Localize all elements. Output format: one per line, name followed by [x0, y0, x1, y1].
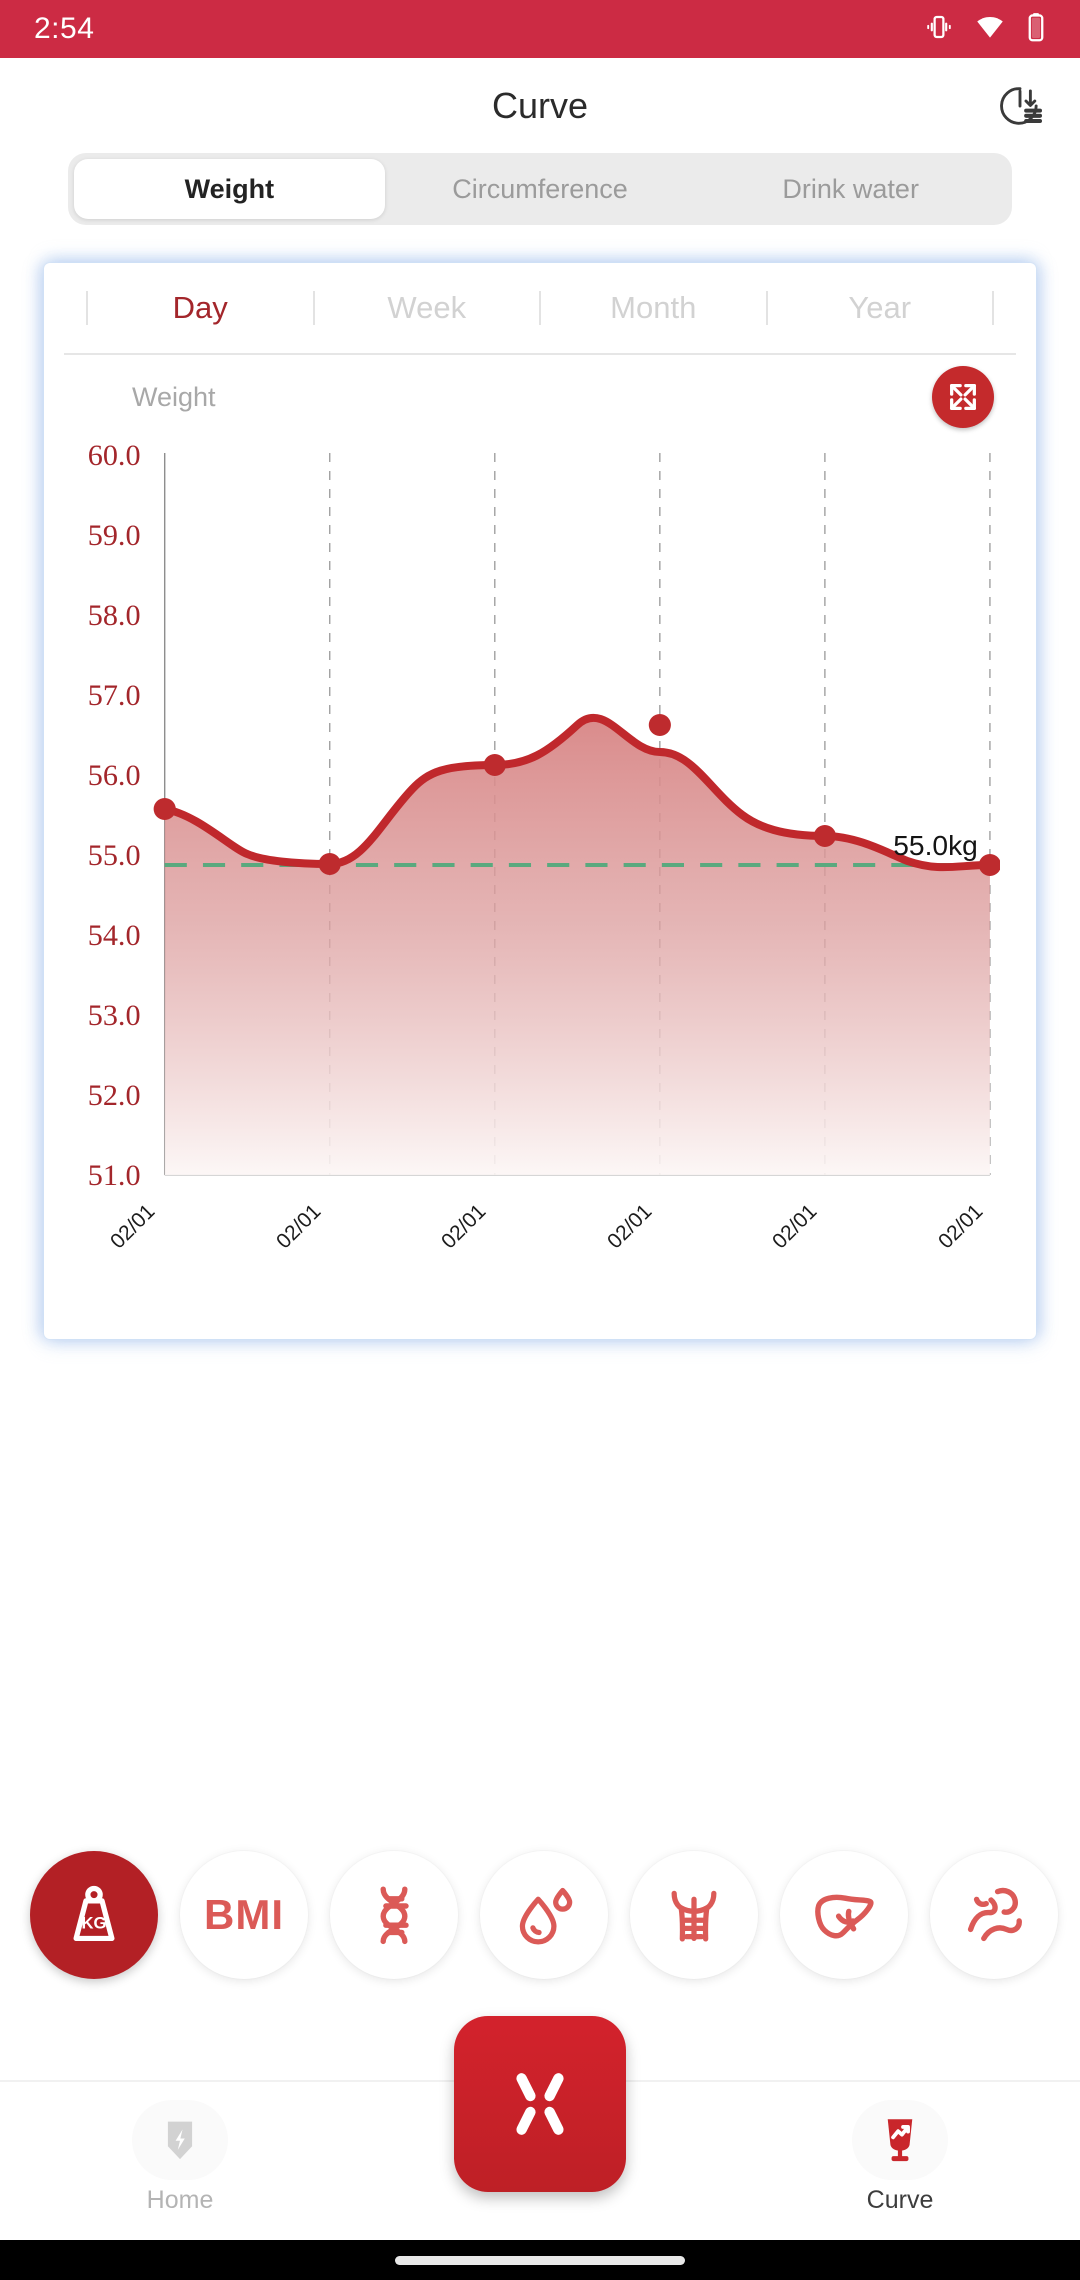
nav-label-curve: Curve	[866, 2186, 934, 2214]
svg-text:58.0: 58.0	[88, 598, 141, 632]
svg-text:KG: KG	[82, 1914, 107, 1933]
weight-kg-icon: KG	[73, 1885, 115, 1942]
svg-text:55.0: 55.0	[88, 838, 141, 872]
nav-icon-bg	[852, 2100, 948, 2180]
svg-text:53.0: 53.0	[88, 998, 141, 1032]
svg-text:52.0: 52.0	[88, 1078, 141, 1112]
fullscreen-expand-icon[interactable]	[932, 366, 994, 428]
water-drop-icon	[519, 1887, 573, 1945]
shield-bolt-icon	[167, 2121, 193, 2160]
metric-selector-row[interactable]: KG BMI	[0, 1820, 1080, 2010]
metric-bmi[interactable]: BMI	[180, 1851, 308, 1979]
metric-bone-muscle[interactable]	[930, 1851, 1058, 1979]
bottom-navigation: Home Curve	[0, 2016, 1080, 2240]
chart-area-fill	[164, 717, 990, 1175]
tab-bar-wrap: Weight Circumference Drink water	[0, 153, 1080, 225]
weight-chart-plot[interactable]: 60.0 59.0 58.0 57.0 56.0 55.0 54.0 53.0 …	[54, 443, 1000, 1233]
metric-muscle[interactable]	[630, 1851, 758, 1979]
period-year[interactable]: Year	[768, 290, 993, 326]
vibrate-icon	[924, 12, 954, 47]
chart-metric-label: Weight	[132, 381, 216, 412]
x-axis-labels: 02/01 02/01 02/01 02/01 02/01 02/01	[54, 1200, 1000, 1325]
segmented-tabs: Weight Circumference Drink water	[68, 153, 1012, 225]
chart-header: Weight	[44, 355, 1036, 439]
torso-muscle-icon	[671, 1890, 717, 1942]
data-point	[978, 854, 1000, 876]
chart-trophy-icon	[887, 2119, 913, 2162]
status-time: 2:54	[34, 12, 95, 45]
scan-corners-icon	[516, 2073, 564, 2135]
metric-body-fat[interactable]	[330, 1851, 458, 1979]
tab-circumference[interactable]: Circumference	[385, 159, 696, 219]
history-clock-icon[interactable]	[992, 78, 1048, 134]
period-day[interactable]: Day	[88, 290, 313, 326]
wifi-icon	[974, 12, 1006, 47]
liver-icon	[815, 1894, 874, 1939]
status-bar: 2:54	[0, 0, 1080, 58]
data-point	[648, 714, 671, 736]
scan-fab-button[interactable]	[454, 2016, 626, 2192]
nav-label-home: Home	[146, 2186, 214, 2214]
metric-weight-kg[interactable]: KG	[30, 1851, 158, 1979]
metric-visceral-fat[interactable]	[780, 1851, 908, 1979]
bmi-text-icon: BMI	[204, 1891, 284, 1938]
data-point	[153, 798, 176, 820]
metric-water[interactable]	[480, 1851, 608, 1979]
nav-icon-bg	[132, 2100, 228, 2180]
svg-text:56.0: 56.0	[88, 758, 141, 792]
status-icon-group	[924, 12, 1046, 47]
svg-text:54.0: 54.0	[88, 918, 141, 952]
gesture-pill[interactable]	[395, 2255, 685, 2265]
nav-item-home[interactable]: Home	[0, 2082, 360, 2215]
data-point	[813, 825, 836, 847]
svg-text:60.0: 60.0	[88, 443, 141, 472]
tab-weight[interactable]: Weight	[74, 159, 385, 219]
svg-text:57.0: 57.0	[88, 678, 141, 712]
period-week[interactable]: Week	[315, 290, 540, 326]
nav-item-curve[interactable]: Curve	[720, 2082, 1080, 2215]
y-axis-labels: 60.0 59.0 58.0 57.0 56.0 55.0 54.0 53.0 …	[88, 443, 141, 1192]
tab-drink-water[interactable]: Drink water	[695, 159, 1006, 219]
data-point	[318, 853, 341, 875]
app-header: Curve	[0, 58, 1080, 153]
dna-helix-icon	[380, 1886, 409, 1945]
svg-text:59.0: 59.0	[88, 518, 141, 552]
chart-svg: 60.0 59.0 58.0 57.0 56.0 55.0 54.0 53.0 …	[88, 443, 1000, 1192]
period-selector: Day Week Month Year	[64, 263, 1016, 355]
battery-icon	[1026, 12, 1046, 47]
period-divider	[992, 291, 994, 325]
value-annotation: 55.0kg	[893, 830, 978, 861]
chart-card-wrap: Day Week Month Year Weight 60.0 59.0 58.…	[0, 225, 1080, 1339]
chart-card: Day Week Month Year Weight 60.0 59.0 58.…	[44, 263, 1036, 1339]
period-month[interactable]: Month	[541, 290, 766, 326]
muscle-fiber-icon	[967, 1887, 1022, 1942]
gesture-navigation-bar	[0, 2240, 1080, 2280]
page-title: Curve	[491, 84, 589, 126]
svg-text:51.0: 51.0	[88, 1158, 141, 1192]
data-point	[483, 754, 506, 776]
